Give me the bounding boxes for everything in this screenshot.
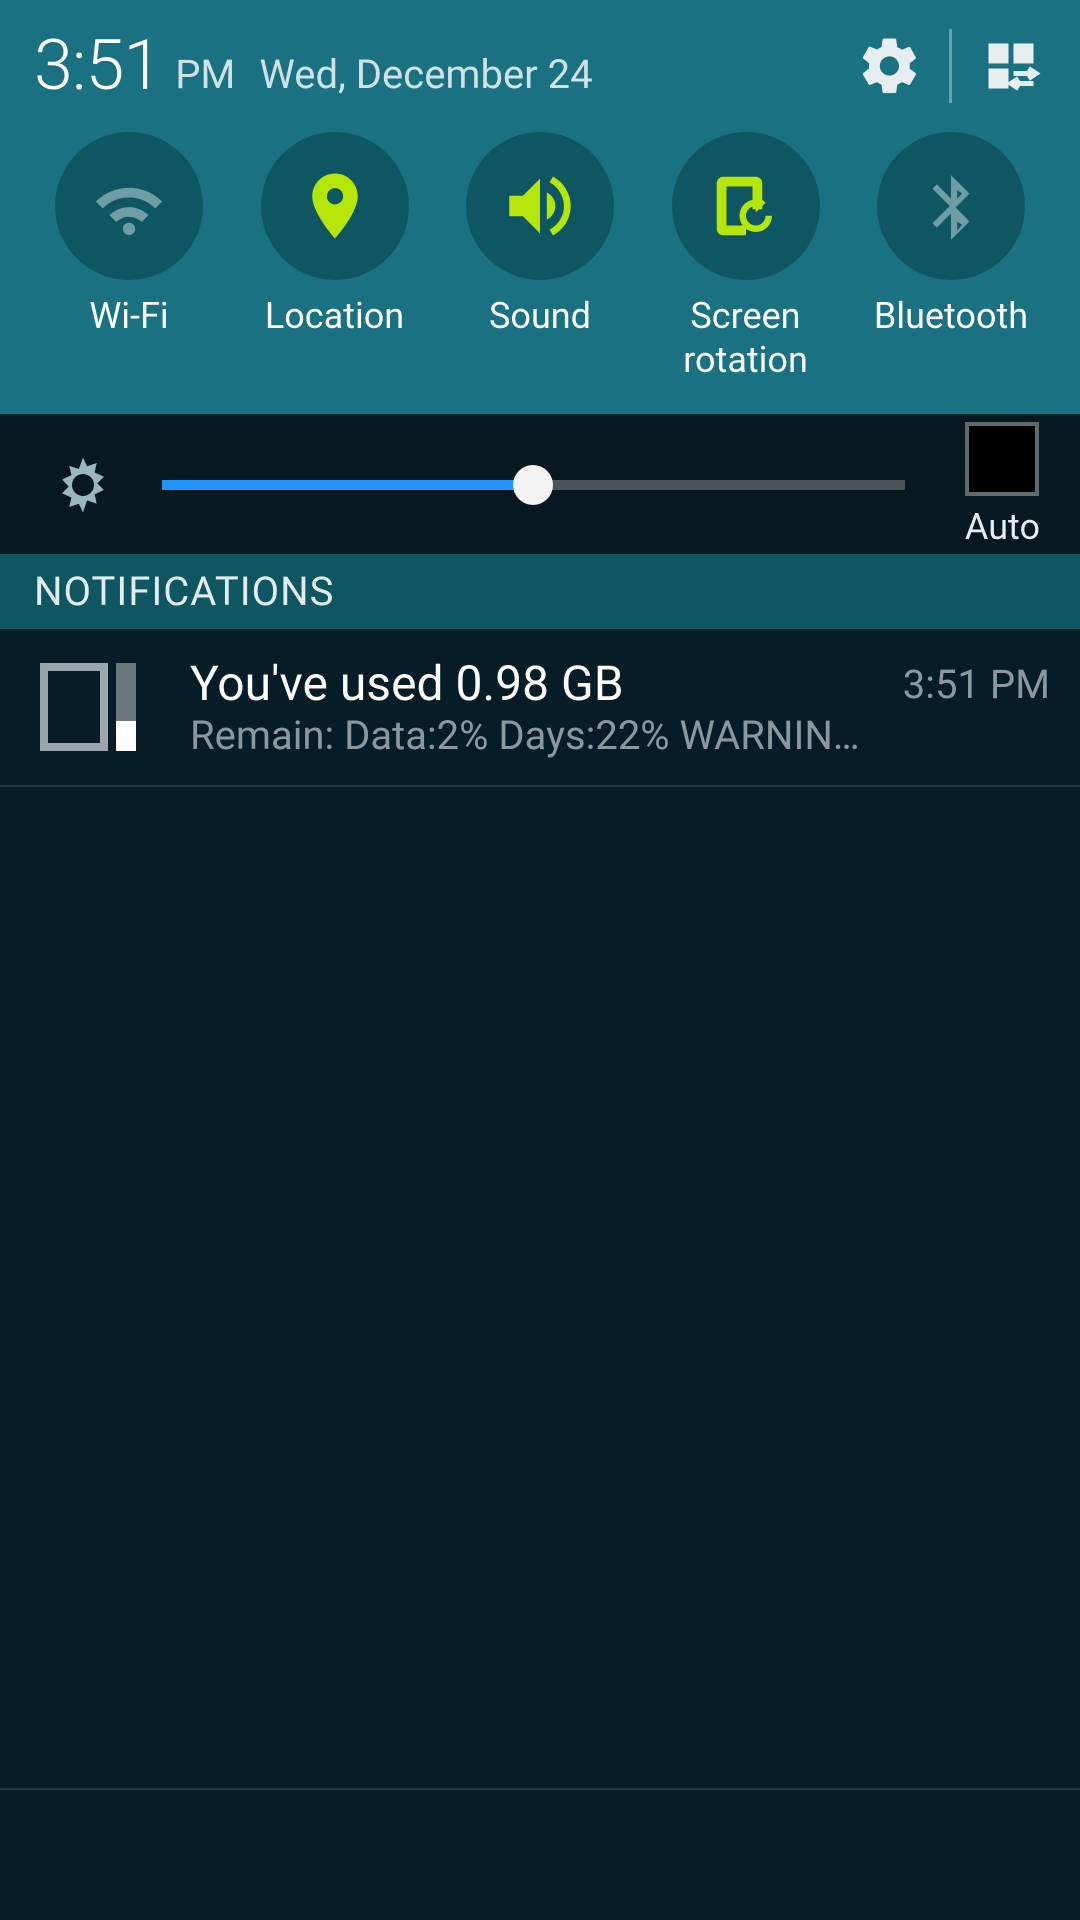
status-row: 3:51 PM Wed, December 24 [0,0,1080,110]
auto-brightness-checkbox[interactable] [965,422,1039,496]
toggle-sound-label: Sound [441,294,639,338]
settings-icon[interactable] [855,31,925,101]
bottom-divider [0,1788,1080,1790]
auto-brightness-label: Auto [965,506,1040,548]
notifications-header: NOTIFICATIONS [0,554,1080,629]
clock-ampm: PM [175,51,235,98]
notification-title: You've used 0.98 GB [190,655,883,712]
quick-toggles-row: Wi-Fi Location Sound [0,110,1080,414]
brightness-slider[interactable] [162,465,905,505]
notification-time: 3:51 PM [903,661,1050,708]
toggle-wifi[interactable]: Wi-Fi [30,132,228,382]
toggle-wifi-label: Wi-Fi [30,294,228,338]
brightness-row: Auto [0,414,1080,554]
clock-time: 3:51 [34,25,161,107]
notification-subtitle: Remain: Data:2% Days:22% WARNING! Ex.. [190,712,883,759]
clock-date: Wed, December 24 [259,51,592,98]
toggle-location-label: Location [236,294,434,338]
brightness-icon [50,452,116,518]
quick-panel-header: 3:51 PM Wed, December 24 Wi- [0,0,1080,414]
toggle-rotation[interactable]: Screen rotation [647,132,845,382]
edit-panel-icon[interactable] [976,31,1046,101]
wifi-icon [88,165,170,247]
notification-row[interactable]: You've used 0.98 GB Remain: Data:2% Days… [0,629,1080,787]
sound-icon [499,165,581,247]
header-divider [949,29,952,103]
bluetooth-icon [914,169,988,243]
rotation-icon [707,167,785,245]
location-icon [296,167,374,245]
toggle-bluetooth[interactable]: Bluetooth [852,132,1050,382]
toggle-sound[interactable]: Sound [441,132,639,382]
toggle-location[interactable]: Location [236,132,434,382]
data-usage-icon [40,657,140,757]
toggle-bluetooth-label: Bluetooth [852,294,1050,338]
toggle-rotation-label: Screen rotation [647,294,845,382]
